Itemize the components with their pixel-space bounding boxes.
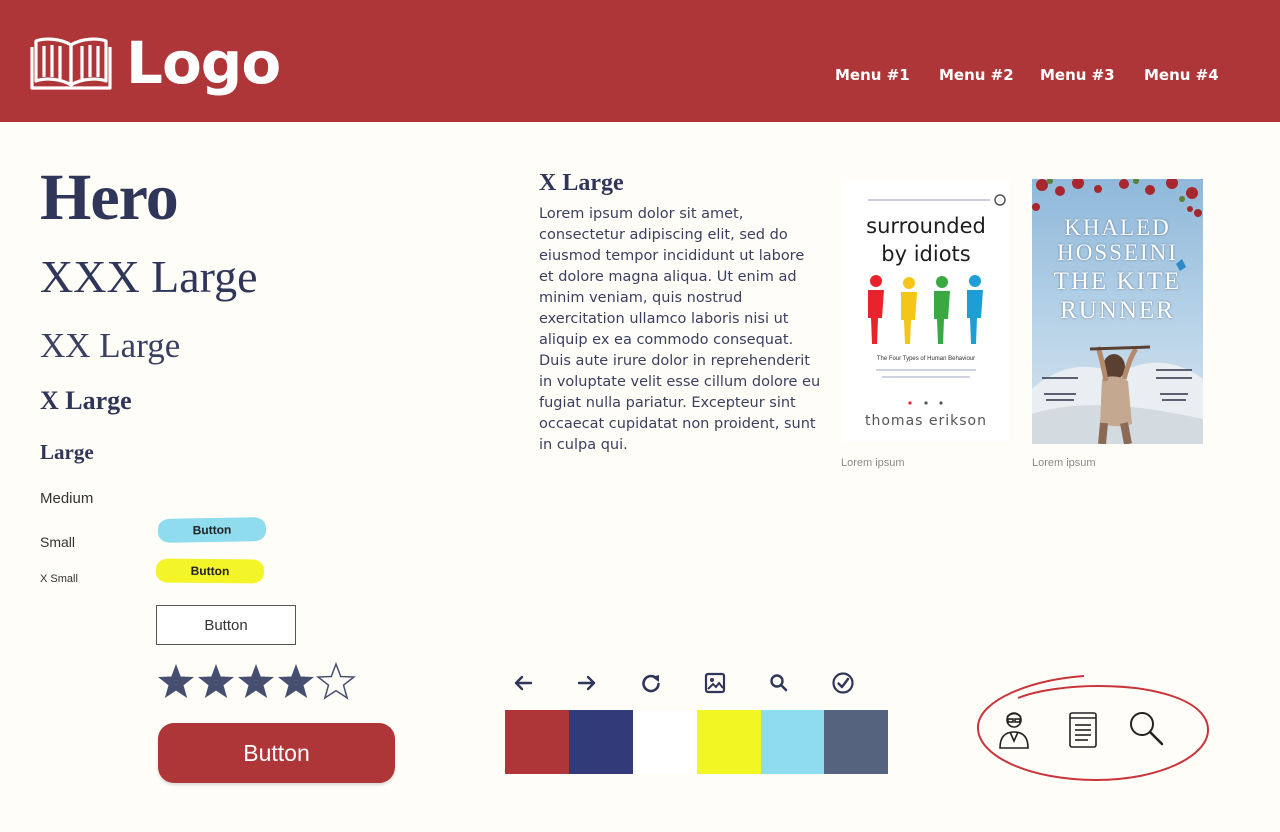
book-caption-2: Lorem ipsum (1032, 457, 1096, 469)
book-title: surrounded by idiots (866, 214, 986, 266)
star-filled-icon[interactable] (156, 662, 196, 702)
refresh-icon[interactable] (638, 670, 664, 696)
star-filled-icon[interactable] (236, 662, 276, 702)
menu-item-4[interactable]: Menu #4 (1144, 66, 1219, 84)
logo-text: Logo (126, 29, 281, 97)
book-subtitle: The Four Types of Human Behaviour (876, 356, 976, 362)
article-title: X Large (539, 170, 624, 196)
primary-button[interactable]: Button (158, 723, 395, 783)
document-icon[interactable] (1066, 710, 1100, 750)
hero-heading: Hero (40, 161, 179, 234)
color-swatch-yellow (697, 710, 761, 774)
color-swatch-slate (824, 710, 888, 774)
menu-item-2[interactable]: Menu #2 (939, 66, 1014, 84)
arrow-right-icon[interactable] (574, 670, 600, 696)
book-title: THE KITE RUNNER (1053, 268, 1182, 324)
open-book-icon (30, 37, 112, 90)
outline-button[interactable]: Button (156, 605, 296, 645)
check-circle-icon[interactable] (830, 670, 856, 696)
color-swatch-navy (569, 710, 633, 774)
menu-item-3[interactable]: Menu #3 (1040, 66, 1115, 84)
xxx-large-heading: XXX Large (40, 251, 258, 302)
star-rating[interactable] (156, 662, 356, 702)
color-swatch-light-blue (761, 710, 824, 774)
logo[interactable]: Logo (30, 28, 281, 98)
star-filled-icon[interactable] (276, 662, 316, 702)
article-body: Lorem ipsum dolor sit amet, consectetur … (539, 206, 821, 453)
header-bar: Logo Menu #1 Menu #2 Menu #3 Menu #4 (0, 0, 1280, 122)
small-text: Small (40, 534, 76, 550)
large-heading: Large (40, 440, 94, 464)
image-icon[interactable] (702, 670, 728, 696)
book-author: KHALED HOSSEINI (1057, 215, 1178, 265)
color-swatch-white (633, 710, 697, 774)
star-filled-icon[interactable] (196, 662, 236, 702)
search-icon[interactable] (1126, 708, 1166, 748)
book-author: thomas erikson (865, 413, 987, 429)
book-cover-kite-runner[interactable]: KHALED HOSSEINI THE KITE RUNNER (1032, 179, 1203, 444)
x-large-heading: X Large (40, 386, 132, 415)
book-cover-surrounded-by-idiots[interactable]: surrounded by idiots The Four Types of H… (842, 180, 1010, 442)
x-small-text: X Small (40, 573, 78, 585)
arrow-left-icon[interactable] (510, 670, 536, 696)
xx-large-heading: XX Large (40, 326, 181, 365)
search-icon[interactable] (766, 670, 792, 696)
medium-text: Medium (40, 490, 94, 507)
book-caption-1: Lorem ipsum (841, 457, 905, 469)
brush-button-yellow[interactable]: Button (155, 558, 265, 584)
user-icon[interactable] (996, 708, 1032, 750)
brush-button-blue[interactable]: Button (157, 517, 267, 543)
star-empty-icon[interactable] (316, 662, 356, 702)
menu-item-1[interactable]: Menu #1 (835, 66, 910, 84)
color-swatch-red (505, 710, 569, 774)
